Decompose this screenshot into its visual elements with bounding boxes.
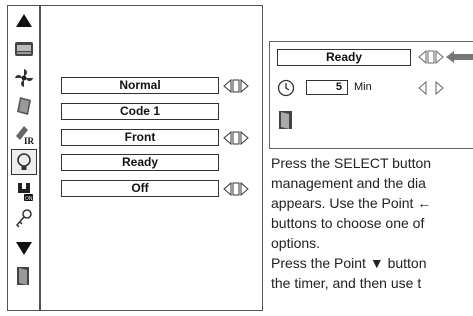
screen-icon[interactable] bbox=[11, 93, 37, 119]
ceiling-rear-field[interactable]: Front bbox=[61, 129, 219, 146]
exit-door-icon[interactable] bbox=[278, 110, 294, 130]
left-right-arrows-icon[interactable] bbox=[418, 49, 444, 65]
instruction-line: management and the dia bbox=[271, 175, 426, 191]
power-management-field[interactable]: Ready bbox=[61, 154, 219, 171]
svg-text:ON: ON bbox=[25, 196, 33, 202]
on-start-field[interactable]: Off bbox=[61, 180, 219, 197]
lamp-icon[interactable] bbox=[11, 149, 37, 175]
ir-remote-icon[interactable]: IR bbox=[11, 121, 37, 147]
instruction-line: Press the SELECT button bbox=[271, 155, 432, 171]
lamp-mode-field[interactable]: Normal bbox=[61, 77, 219, 94]
instruction-line: Press the Point ▼ button bbox=[271, 255, 427, 271]
timer-unit-label: Min bbox=[354, 81, 372, 93]
svg-text:IR: IR bbox=[24, 136, 35, 146]
code-field[interactable]: Code 1 bbox=[61, 103, 219, 120]
timer-value-field[interactable]: 5 bbox=[306, 80, 348, 95]
left-right-arrows-icon[interactable] bbox=[221, 180, 251, 197]
clock-icon bbox=[277, 79, 295, 97]
image-adjust-icon[interactable] bbox=[11, 36, 37, 62]
power-on-icon[interactable]: ON bbox=[11, 178, 37, 204]
fan-icon[interactable] bbox=[11, 65, 37, 91]
instruction-line: appears. Use the Point ← bbox=[271, 195, 432, 211]
arrow-up-icon[interactable] bbox=[11, 8, 37, 34]
key-icon[interactable] bbox=[11, 206, 37, 232]
instruction-line: the timer, and then use t bbox=[271, 275, 422, 291]
exit-door-icon[interactable] bbox=[11, 263, 37, 289]
menu-icon-column: IR ON bbox=[7, 5, 40, 311]
main-menu-panel: Normal Code 1 Front Ready Off bbox=[40, 5, 263, 311]
power-management-dialog: Ready 5 Min bbox=[269, 41, 473, 149]
instruction-text: Press the SELECT button management and t… bbox=[271, 153, 473, 293]
pointing-hand-icon bbox=[446, 49, 473, 65]
instruction-line: buttons to choose one of bbox=[271, 215, 425, 231]
instruction-line: options. bbox=[271, 235, 321, 251]
left-right-arrows-icon[interactable] bbox=[418, 80, 444, 95]
mode-field[interactable]: Ready bbox=[277, 49, 411, 66]
arrow-down-icon[interactable] bbox=[11, 235, 37, 261]
left-right-arrows-icon[interactable] bbox=[221, 77, 251, 94]
left-right-arrows-icon[interactable] bbox=[221, 129, 251, 146]
